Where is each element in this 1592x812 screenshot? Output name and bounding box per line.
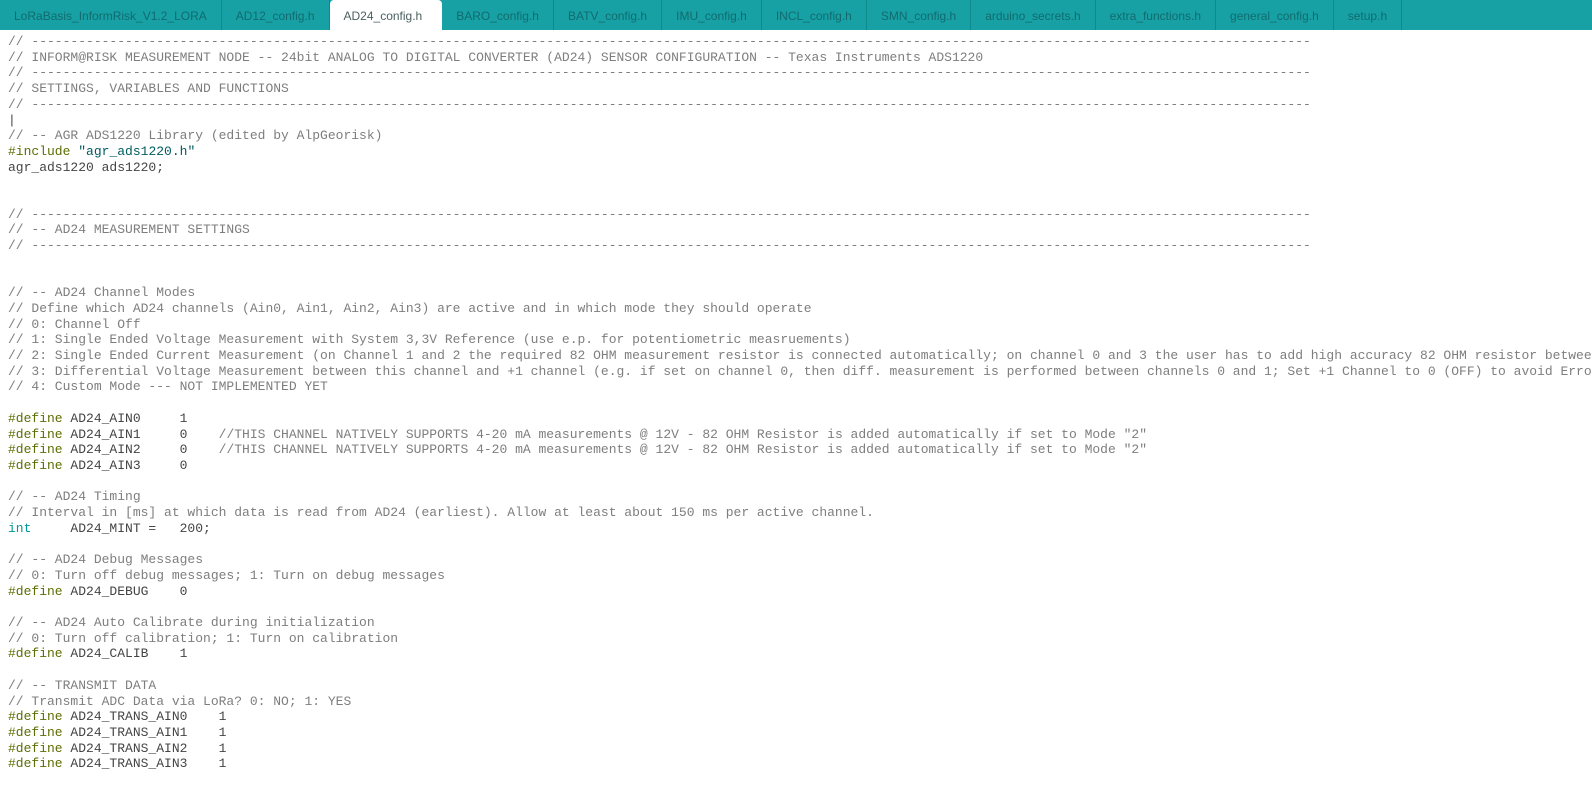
preproc-define: #define <box>8 411 63 426</box>
code-comment: //THIS CHANNEL NATIVELY SUPPORTS 4-20 mA… <box>219 427 1147 442</box>
preproc-define: #define <box>8 709 63 724</box>
tab-label: setup.h <box>1348 9 1387 23</box>
code-comment: //THIS CHANNEL NATIVELY SUPPORTS 4-20 mA… <box>219 442 1147 457</box>
tab-batv-config-h[interactable]: BATV_config.h <box>554 0 662 30</box>
code-line: // INFORM@RISK MEASUREMENT NODE -- 24bit… <box>8 50 983 65</box>
tab-label: extra_functions.h <box>1110 9 1201 23</box>
code-line: // 2: Single Ended Current Measurement (… <box>8 348 1592 363</box>
tab-label: AD12_config.h <box>236 9 315 23</box>
code-line: // -- AD24 Timing <box>8 489 141 504</box>
code-line: // -- AD24 Auto Calibrate during initial… <box>8 615 375 630</box>
code-line: AD24_MINT = 200; <box>31 521 210 536</box>
tab-bar: LoRaBasis_InformRisk_V1.2_LORA AD12_confi… <box>0 0 1592 30</box>
tab-label: BARO_config.h <box>456 9 539 23</box>
code-line: // 1: Single Ended Voltage Measurement w… <box>8 332 851 347</box>
code-line: // 0: Channel Off <box>8 317 141 332</box>
preproc-define: #define <box>8 756 63 771</box>
tab-label: general_config.h <box>1230 9 1319 23</box>
code-line: // Interval in [ms] at which data is rea… <box>8 505 874 520</box>
cursor-line: | <box>8 113 16 128</box>
define-body: AD24_DEBUG 0 <box>63 584 188 599</box>
include-string: "agr_ads1220.h" <box>78 144 195 159</box>
tab-baro-config-h[interactable]: BARO_config.h <box>442 0 554 30</box>
define-body: AD24_AIN2 0 <box>63 442 219 457</box>
tab-lorabasis-informrisk-v1-2-lora[interactable]: LoRaBasis_InformRisk_V1.2_LORA <box>0 0 222 30</box>
code-line: // Define which AD24 channels (Ain0, Ain… <box>8 301 812 316</box>
define-body: AD24_CALIB 1 <box>63 646 188 661</box>
tab-ad12-config-h[interactable]: AD12_config.h <box>222 0 330 30</box>
define-body: AD24_TRANS_AIN2 1 <box>63 741 227 756</box>
tab-arduino-secrets-h[interactable]: arduino_secrets.h <box>971 0 1095 30</box>
preproc-define: #define <box>8 584 63 599</box>
preproc-define: #define <box>8 741 63 756</box>
code-line: // -------------------------------------… <box>8 207 1311 222</box>
tab-label: INCL_config.h <box>776 9 852 23</box>
tab-general-config-h[interactable]: general_config.h <box>1216 0 1334 30</box>
define-body: AD24_AIN1 0 <box>63 427 219 442</box>
preproc-define: #define <box>8 427 63 442</box>
code-line: // -- AD24 Debug Messages <box>8 552 203 567</box>
code-line: // 0: Turn off calibration; 1: Turn on c… <box>8 631 398 646</box>
define-body: AD24_TRANS_AIN0 1 <box>63 709 227 724</box>
code-line: // 3: Differential Voltage Measurement b… <box>8 364 1592 379</box>
code-line: // SETTINGS, VARIABLES AND FUNCTIONS <box>8 81 289 96</box>
code-editor[interactable]: // -------------------------------------… <box>0 30 1592 812</box>
code-line: // -------------------------------------… <box>8 65 1311 80</box>
code-line: // -- AD24 Channel Modes <box>8 285 195 300</box>
define-body: AD24_AIN3 0 <box>63 458 188 473</box>
preproc-define: #define <box>8 646 63 661</box>
preproc-define: #define <box>8 458 63 473</box>
define-body: AD24_AIN0 1 <box>63 411 188 426</box>
tab-imu-config-h[interactable]: IMU_config.h <box>662 0 762 30</box>
code-line: // Transmit ADC Data via LoRa? 0: NO; 1:… <box>8 694 351 709</box>
code-line: // -- AGR ADS1220 Library (edited by Alp… <box>8 128 382 143</box>
preproc-define: #define <box>8 725 63 740</box>
tab-label: arduino_secrets.h <box>985 9 1080 23</box>
tab-smn-config-h[interactable]: SMN_config.h <box>867 0 971 30</box>
tab-extra-functions-h[interactable]: extra_functions.h <box>1096 0 1216 30</box>
code-line: // 0: Turn off debug messages; 1: Turn o… <box>8 568 445 583</box>
keyword-int: int <box>8 521 31 536</box>
code-line: agr_ads1220 ads1220; <box>8 160 164 175</box>
tab-label: BATV_config.h <box>568 9 647 23</box>
tab-label: SMN_config.h <box>881 9 956 23</box>
code-line: // 4: Custom Mode --- NOT IMPLEMENTED YE… <box>8 379 328 394</box>
preproc-define: #define <box>8 442 63 457</box>
preproc-include: #include <box>8 144 70 159</box>
tab-label: AD24_config.h <box>344 9 423 23</box>
code-line: // -------------------------------------… <box>8 97 1311 112</box>
define-body: AD24_TRANS_AIN3 1 <box>63 756 227 771</box>
tab-label: LoRaBasis_InformRisk_V1.2_LORA <box>14 9 207 23</box>
code-line: // -- TRANSMIT DATA <box>8 678 156 693</box>
define-body: AD24_TRANS_AIN1 1 <box>63 725 227 740</box>
tab-ad24-config-h[interactable]: AD24_config.h <box>330 0 443 30</box>
tab-setup-h[interactable]: setup.h <box>1334 0 1402 30</box>
tab-incl-config-h[interactable]: INCL_config.h <box>762 0 867 30</box>
code-line: // -------------------------------------… <box>8 238 1311 253</box>
tab-label: IMU_config.h <box>676 9 747 23</box>
code-line: // -- AD24 MEASUREMENT SETTINGS <box>8 222 250 237</box>
code-line: // -------------------------------------… <box>8 34 1311 49</box>
